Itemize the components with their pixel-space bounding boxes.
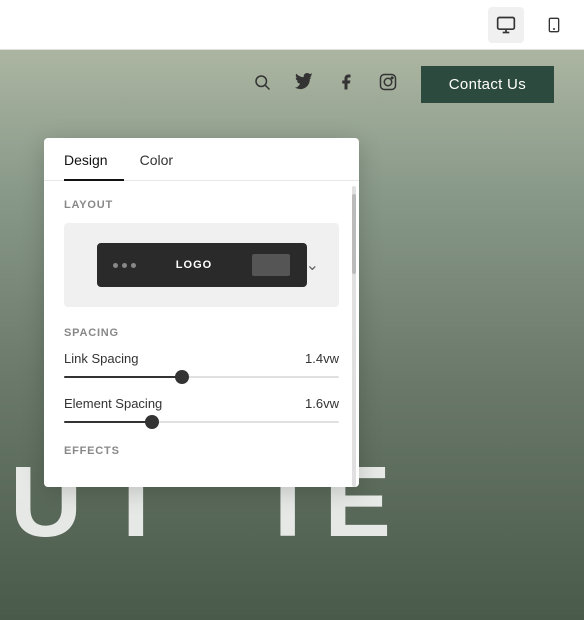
twitter-icon[interactable] (295, 73, 313, 96)
desktop-view-button[interactable] (488, 7, 524, 43)
instagram-icon[interactable] (379, 73, 397, 96)
spacing-section: SPACING Link Spacing 1.4vw Element Spaci… (64, 327, 339, 423)
element-spacing-label: Element Spacing (64, 396, 162, 411)
link-spacing-thumb[interactable] (175, 370, 189, 384)
element-spacing-track[interactable] (64, 421, 339, 423)
layout-preview: LOGO ⌄ (64, 223, 339, 307)
element-spacing-value: 1.6vw (305, 396, 339, 411)
dot-1 (113, 263, 118, 268)
nav-logo-label: LOGO (176, 259, 212, 271)
element-spacing-thumb[interactable] (145, 415, 159, 429)
link-spacing-value: 1.4vw (305, 351, 339, 366)
nav-btn-mock (252, 254, 290, 276)
toolbar (0, 0, 584, 50)
dot-3 (131, 263, 136, 268)
link-spacing-header: Link Spacing 1.4vw (64, 351, 339, 366)
panel-body: Layout LOGO ⌄ SPACING Link Spacing 1.4vw (44, 181, 359, 487)
mobile-view-button[interactable] (536, 7, 572, 43)
dot-2 (122, 263, 127, 268)
link-spacing-track[interactable] (64, 376, 339, 378)
contact-us-button[interactable]: Contact Us (421, 66, 554, 103)
effects-section-label: EFFECTS (64, 445, 339, 457)
tab-color[interactable]: Color (140, 138, 189, 180)
nav-bar: Contact Us (0, 50, 584, 118)
element-spacing-row: Element Spacing 1.6vw (64, 396, 339, 423)
element-spacing-fill (64, 421, 152, 423)
nav-layout-mockup[interactable]: LOGO (97, 243, 307, 287)
search-icon[interactable] (253, 73, 271, 96)
spacing-section-label: SPACING (64, 327, 339, 339)
tab-design[interactable]: Design (64, 138, 124, 180)
panel-scrollbar[interactable] (352, 186, 356, 487)
facebook-icon[interactable] (337, 73, 355, 96)
element-spacing-header: Element Spacing 1.6vw (64, 396, 339, 411)
nav-dots (113, 263, 136, 268)
panel-tabs: Design Color (44, 138, 359, 181)
design-panel: Design Color Layout LOGO ⌄ SPACING (44, 138, 359, 487)
link-spacing-fill (64, 376, 182, 378)
link-spacing-row: Link Spacing 1.4vw (64, 351, 339, 378)
layout-dropdown-icon[interactable]: ⌄ (306, 255, 319, 275)
layout-section-label: Layout (64, 199, 339, 211)
link-spacing-label: Link Spacing (64, 351, 138, 366)
panel-scrollbar-thumb[interactable] (352, 194, 356, 274)
effects-section: EFFECTS (64, 441, 339, 457)
